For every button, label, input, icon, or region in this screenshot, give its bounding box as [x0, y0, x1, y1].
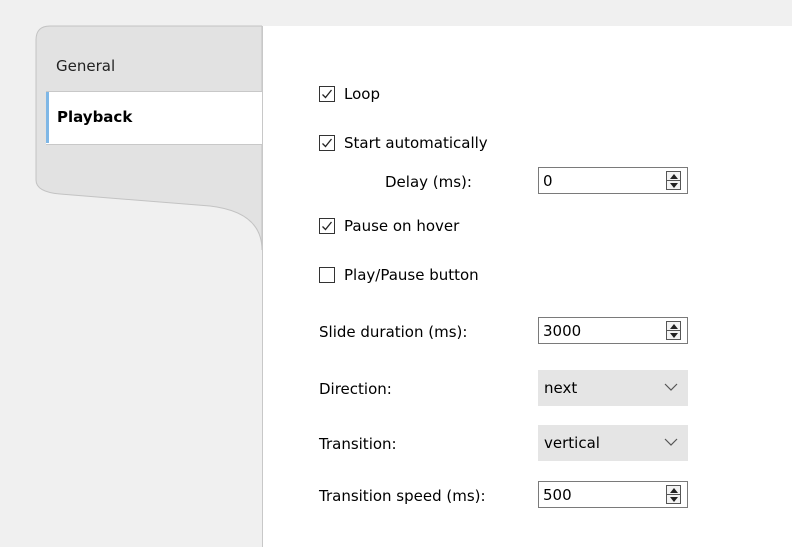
chevron-down-icon: [664, 383, 678, 391]
arrow-up-icon: [670, 488, 678, 493]
slide-duration-spin-buttons[interactable]: [666, 321, 681, 340]
delay-spin-buttons[interactable]: [666, 171, 681, 190]
pause-on-hover-checkbox[interactable]: [319, 218, 335, 234]
delay-input[interactable]: [539, 168, 663, 193]
play-pause-button-checkbox[interactable]: [319, 267, 335, 283]
direction-label: Direction:: [319, 380, 392, 398]
pause-on-hover-option[interactable]: Pause on hover: [319, 217, 459, 235]
transition-speed-label: Transition speed (ms):: [319, 487, 486, 505]
delay-decrement-button[interactable]: [667, 181, 680, 189]
arrow-down-icon: [670, 183, 678, 188]
slide-duration-spinbox[interactable]: [538, 317, 688, 344]
tab-selected-indicator: [46, 92, 49, 143]
check-icon: [322, 89, 333, 99]
tab-playback-label[interactable]: Playback: [57, 108, 132, 126]
arrow-down-icon: [670, 333, 678, 338]
direction-value: next: [544, 379, 578, 397]
loop-label[interactable]: Loop: [344, 85, 380, 103]
chevron-down-icon: [664, 438, 678, 446]
transition-speed-increment-button[interactable]: [667, 486, 680, 495]
tab-strip-shape: [35, 25, 262, 251]
check-icon: [322, 138, 333, 148]
start-automatically-checkbox[interactable]: [319, 135, 335, 151]
transition-dropdown[interactable]: vertical: [538, 425, 688, 461]
loop-checkbox[interactable]: [319, 86, 335, 102]
transition-speed-spin-buttons[interactable]: [666, 485, 681, 504]
transition-label: Transition:: [319, 435, 397, 453]
start-automatically-option[interactable]: Start automatically: [319, 134, 488, 152]
transition-value: vertical: [544, 434, 600, 452]
tab-general[interactable]: General: [56, 57, 115, 75]
transition-speed-spinbox[interactable]: [538, 481, 688, 508]
play-pause-button-label[interactable]: Play/Pause button: [344, 266, 479, 284]
delay-increment-button[interactable]: [667, 172, 680, 181]
slide-duration-label: Slide duration (ms):: [319, 323, 468, 341]
transition-speed-decrement-button[interactable]: [667, 495, 680, 503]
arrow-up-icon: [670, 324, 678, 329]
delay-label: Delay (ms):: [385, 173, 472, 191]
slide-duration-increment-button[interactable]: [667, 322, 680, 331]
slide-duration-decrement-button[interactable]: [667, 331, 680, 339]
tab-strip: General Playback: [0, 0, 262, 547]
playback-settings-pane: [262, 26, 792, 547]
direction-dropdown[interactable]: next: [538, 370, 688, 406]
transition-speed-input[interactable]: [539, 482, 663, 507]
play-pause-button-option[interactable]: Play/Pause button: [319, 266, 479, 284]
delay-spinbox[interactable]: [538, 167, 688, 194]
arrow-down-icon: [670, 497, 678, 502]
slide-duration-input[interactable]: [539, 318, 663, 343]
check-icon: [322, 221, 333, 231]
loop-option[interactable]: Loop: [319, 85, 380, 103]
arrow-up-icon: [670, 174, 678, 179]
start-automatically-label[interactable]: Start automatically: [344, 134, 488, 152]
pause-on-hover-label[interactable]: Pause on hover: [344, 217, 459, 235]
